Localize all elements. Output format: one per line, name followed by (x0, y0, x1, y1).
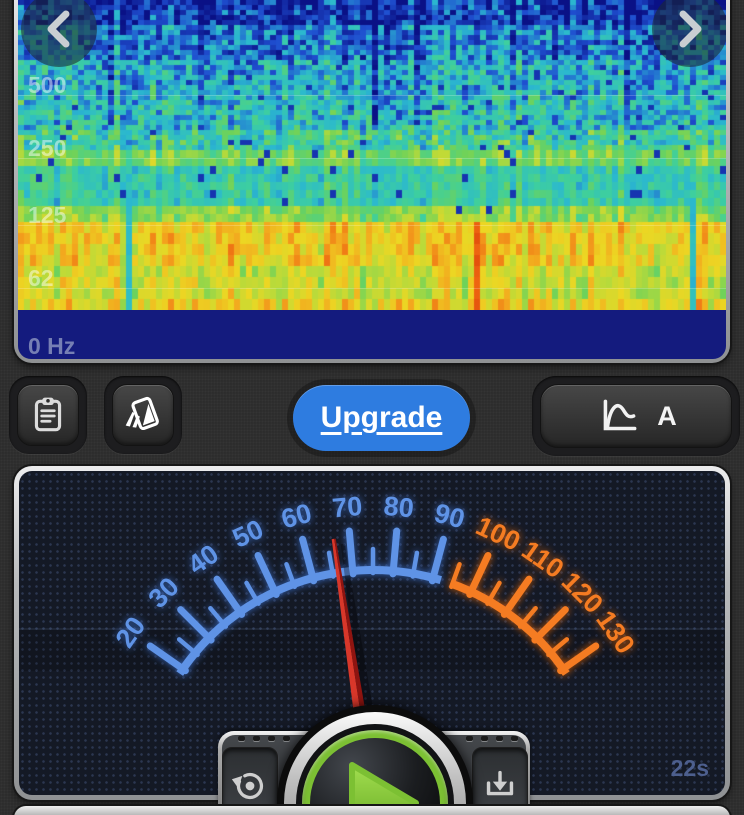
gauge-tick (349, 531, 353, 574)
rivet (466, 736, 473, 741)
rivet (253, 736, 260, 741)
clipboard-icon (27, 394, 69, 436)
rivet (496, 736, 503, 741)
weighting-button-well: A (532, 376, 740, 456)
gauge-tick-label: 90 (431, 498, 468, 535)
freq-gridline (18, 95, 726, 96)
freq-gridline (18, 288, 726, 289)
next-panel-top-edge (14, 806, 730, 815)
rivet (283, 736, 290, 741)
gauge-tick (210, 608, 225, 626)
play-icon (310, 738, 440, 815)
rivet (481, 736, 488, 741)
gauge-tick-label: 20 (110, 611, 152, 653)
gauge-tick (561, 646, 596, 671)
gauge-tick-label: 130 (590, 605, 640, 659)
history-button-well (9, 376, 87, 454)
tilt-meter-icon (122, 394, 164, 436)
gauge-tick-label: 50 (228, 514, 268, 554)
gauge-tick-label: 100 (471, 511, 525, 557)
gauge-tick (303, 539, 314, 581)
frequency-floor-label: 0 Hz (28, 333, 75, 359)
upgrade-label: Upgrade (321, 401, 443, 434)
gauge-tick (179, 639, 197, 654)
gauge-tick (535, 610, 565, 640)
elapsed-time: 22s (671, 755, 709, 782)
app-root: 50025012562 0 Hz (0, 0, 744, 815)
rivet (238, 736, 245, 741)
play-button-green-ring (302, 730, 448, 815)
gauge-tick (258, 555, 276, 594)
reset-icon (229, 763, 271, 807)
gauge-tick (470, 555, 488, 594)
chevron-left-icon (42, 7, 76, 51)
gauge-tick-label: 80 (383, 491, 416, 524)
gauge-tick (548, 639, 566, 654)
response-curve-icon (595, 396, 643, 436)
gauge-tick (432, 539, 443, 581)
weighting-value: A (657, 401, 677, 432)
gauge-tick-label: 70 (331, 491, 364, 524)
gauge-tick-label: 110 (516, 535, 569, 585)
gauge-high-scale: 100110120130 (450, 511, 640, 674)
gauge-tick (520, 608, 535, 626)
weighting-button[interactable]: A (540, 384, 732, 448)
history-button[interactable] (17, 384, 79, 446)
tilt-button-well (104, 376, 182, 454)
reset-button[interactable] (222, 747, 278, 813)
rivet (511, 736, 518, 741)
gauge-tick (181, 610, 211, 640)
gauge-tick-label: 40 (182, 539, 224, 581)
spectrogram-panel: 50025012562 0 Hz (14, 0, 730, 363)
upgrade-button[interactable]: Upgrade (293, 385, 470, 451)
gauge-low-scale: 2030405060708090 (110, 491, 468, 674)
freq-gridline (18, 158, 726, 159)
rivet (268, 736, 275, 741)
spectrogram-canvas[interactable] (18, 0, 726, 310)
save-button[interactable] (472, 747, 528, 813)
freq-gridline (18, 225, 726, 226)
gauge-tick (504, 579, 529, 614)
spectrogram-view[interactable]: 50025012562 0 Hz (18, 0, 726, 359)
download-icon (479, 763, 521, 807)
gauge-tick (393, 531, 397, 574)
gauge-tick-label: 60 (278, 498, 315, 535)
chevron-right-icon (673, 7, 707, 51)
play-button-face (310, 738, 440, 815)
gauge-tick (217, 579, 242, 614)
tilt-display-button[interactable] (112, 384, 174, 446)
gauge-tick (150, 646, 185, 671)
